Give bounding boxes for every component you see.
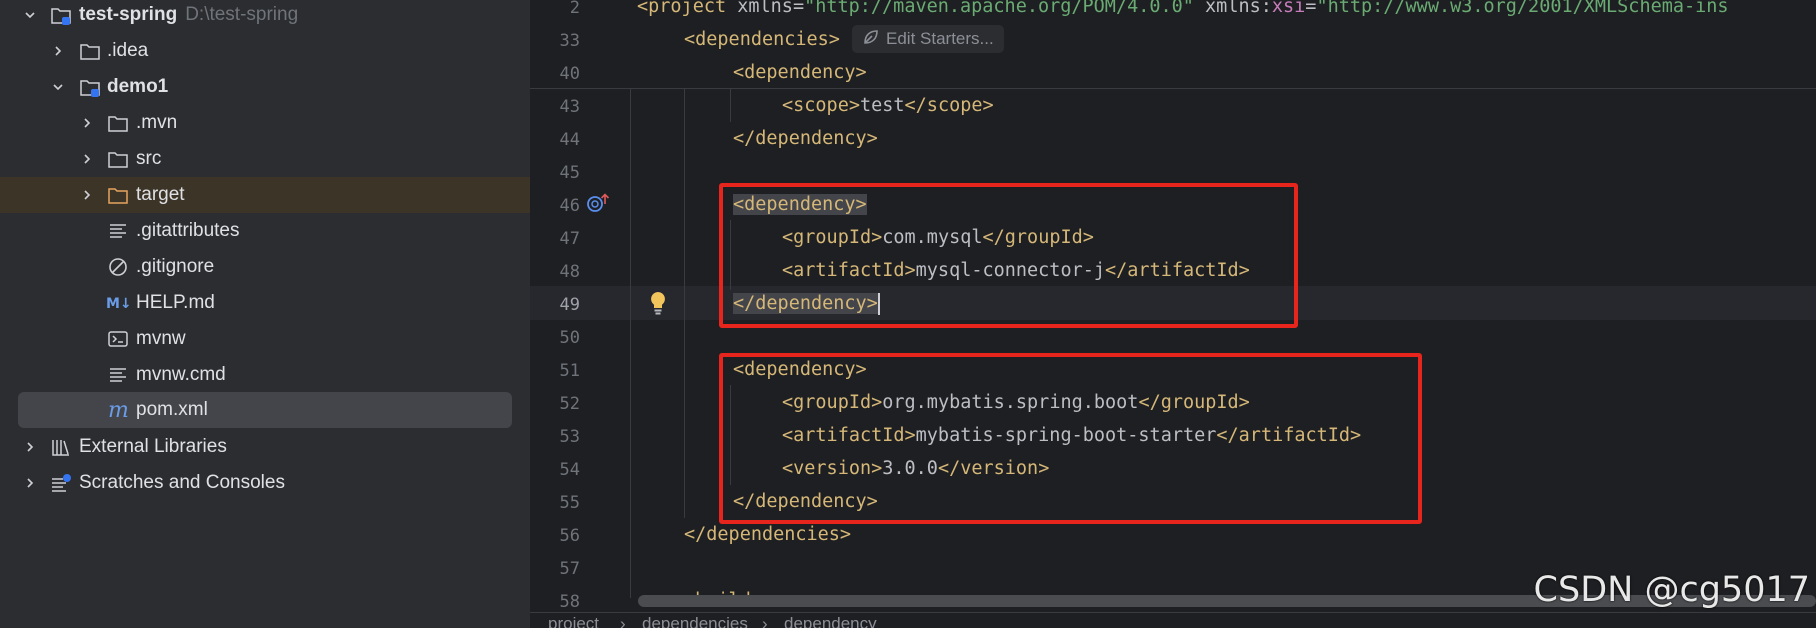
project-tree: test-spring D:\test-spring .idea demo1 .m… — [0, 0, 530, 628]
tree-item-label: mvnw.cmd — [136, 364, 226, 385]
text-file-icon — [107, 364, 129, 386]
chevron-right-icon[interactable] — [22, 475, 38, 491]
tree-item-gitignore[interactable]: .gitignore — [0, 249, 530, 285]
breadcrumb-item[interactable]: dependencies — [642, 614, 748, 628]
indent-guide — [630, 88, 631, 598]
breadcrumb-separator: › — [762, 614, 768, 628]
tree-item-label: pom.xml — [136, 399, 208, 420]
breadcrumb-separator: › — [620, 614, 626, 628]
module-folder-icon — [79, 76, 101, 98]
tree-root-label: test-spring D:\test-spring — [79, 4, 299, 25]
line-number: 47 — [559, 229, 580, 249]
line-number: 49 — [559, 295, 580, 315]
indent-guide — [684, 88, 685, 518]
svg-text:m: m — [108, 399, 129, 421]
markdown-icon: M↓ — [106, 292, 134, 314]
line-number: 52 — [559, 394, 580, 414]
tree-item-gitattributes[interactable]: .gitattributes — [0, 213, 530, 249]
edit-starters-button[interactable]: Edit Starters... — [852, 25, 1004, 53]
line-number: 51 — [559, 361, 580, 381]
tree-item-external-libraries[interactable]: External Libraries — [0, 429, 530, 465]
line-number: 54 — [559, 460, 580, 480]
folder-icon — [107, 148, 129, 170]
maven-file-icon: m — [107, 399, 129, 421]
edit-starters-label: Edit Starters... — [886, 29, 994, 48]
tree-item-label: target — [136, 184, 185, 205]
breadcrumb-item[interactable]: project — [548, 614, 599, 628]
tree-root-row[interactable]: test-spring D:\test-spring — [0, 0, 530, 33]
chevron-right-icon[interactable] — [79, 115, 95, 131]
tree-item-mvnw-cmd[interactable]: mvnw.cmd — [0, 357, 530, 393]
breadcrumb: project › dependencies › dependency — [530, 612, 1816, 628]
line-number: 43 — [559, 97, 580, 117]
tree-item-idea[interactable]: .idea — [0, 33, 530, 69]
tree-item-label: HELP.md — [136, 292, 215, 313]
chevron-right-icon[interactable] — [79, 151, 95, 167]
code-line-44: </dependency> — [733, 128, 878, 149]
sticky-lines-header: 2 33 40 <project xmlns="http://maven.apa… — [530, 0, 1816, 89]
tree-item-label: Scratches and Consoles — [79, 472, 285, 493]
chevron-down-icon[interactable] — [22, 7, 38, 23]
annotation-box-mybatis — [719, 353, 1422, 524]
folder-icon — [107, 112, 129, 134]
line-number: 55 — [559, 493, 580, 513]
chevron-right-icon[interactable] — [22, 439, 38, 455]
navigate-to-parent-icon[interactable] — [586, 192, 612, 214]
tree-item-label: External Libraries — [79, 436, 227, 457]
tree-item-help-md[interactable]: M↓ HELP.md — [0, 285, 530, 321]
code-line-56: </dependencies> — [684, 524, 852, 545]
lightbulb-icon[interactable] — [648, 290, 668, 316]
terminal-file-icon — [107, 328, 129, 350]
library-icon — [50, 436, 72, 458]
chevron-down-icon[interactable] — [50, 79, 66, 95]
text-file-icon — [107, 220, 129, 242]
tree-item-scratches[interactable]: Scratches and Consoles — [0, 465, 530, 501]
line-number: 57 — [559, 559, 580, 579]
chevron-right-icon[interactable] — [79, 187, 95, 203]
tree-item-label: .gitignore — [136, 256, 215, 277]
svg-text:M↓: M↓ — [106, 296, 132, 312]
line-number: 44 — [559, 130, 580, 150]
code-line-43: <scope>test</scope> — [782, 95, 994, 116]
tree-item-label: .mvn — [136, 112, 178, 133]
breadcrumb-item[interactable]: dependency — [784, 614, 877, 628]
tree-item-pom-xml[interactable]: m pom.xml — [18, 392, 512, 428]
line-number: 40 — [559, 64, 580, 84]
spring-leaf-icon — [862, 28, 880, 51]
line-number: 45 — [559, 163, 580, 183]
watermark: CSDN @cg5017 — [1533, 570, 1810, 610]
line-number: 58 — [559, 592, 580, 612]
tree-root-path: D:\test-spring — [185, 4, 299, 25]
code-editor[interactable]: 2 33 40 43 44 45 46 47 48 49 50 51 52 53… — [530, 0, 1816, 628]
code-line-33: <dependencies> — [684, 29, 840, 50]
line-number: 33 — [559, 31, 580, 51]
code-line-2: <project xmlns="http://maven.apache.org/… — [637, 0, 1729, 17]
indent-guide — [730, 88, 731, 122]
line-number: 48 — [559, 262, 580, 282]
tree-item-label: .gitattributes — [136, 220, 240, 241]
tree-item-label: .idea — [107, 40, 149, 61]
annotation-box-mysql — [719, 183, 1298, 328]
tree-item-mvnw[interactable]: mvnw — [0, 321, 530, 357]
excluded-folder-icon — [107, 184, 129, 206]
line-number: 46 — [559, 196, 580, 216]
line-number: 53 — [559, 427, 580, 447]
line-number: 56 — [559, 526, 580, 546]
chevron-right-icon[interactable] — [50, 43, 66, 59]
line-number: 2 — [569, 0, 580, 18]
tree-item-label: demo1 — [107, 76, 169, 97]
tree-item-label: mvnw — [136, 328, 186, 349]
tree-item-mvn[interactable]: .mvn — [0, 105, 530, 141]
module-folder-icon — [50, 4, 72, 26]
ignore-file-icon — [107, 256, 129, 278]
tree-item-src[interactable]: src — [0, 141, 530, 177]
scratches-icon — [50, 472, 72, 494]
line-number: 50 — [559, 328, 580, 348]
tree-item-demo1[interactable]: demo1 — [0, 69, 530, 105]
folder-icon — [79, 40, 101, 62]
tree-item-label: src — [136, 148, 162, 169]
code-line-40: <dependency> — [733, 62, 867, 83]
tree-item-target[interactable]: target — [0, 177, 530, 213]
